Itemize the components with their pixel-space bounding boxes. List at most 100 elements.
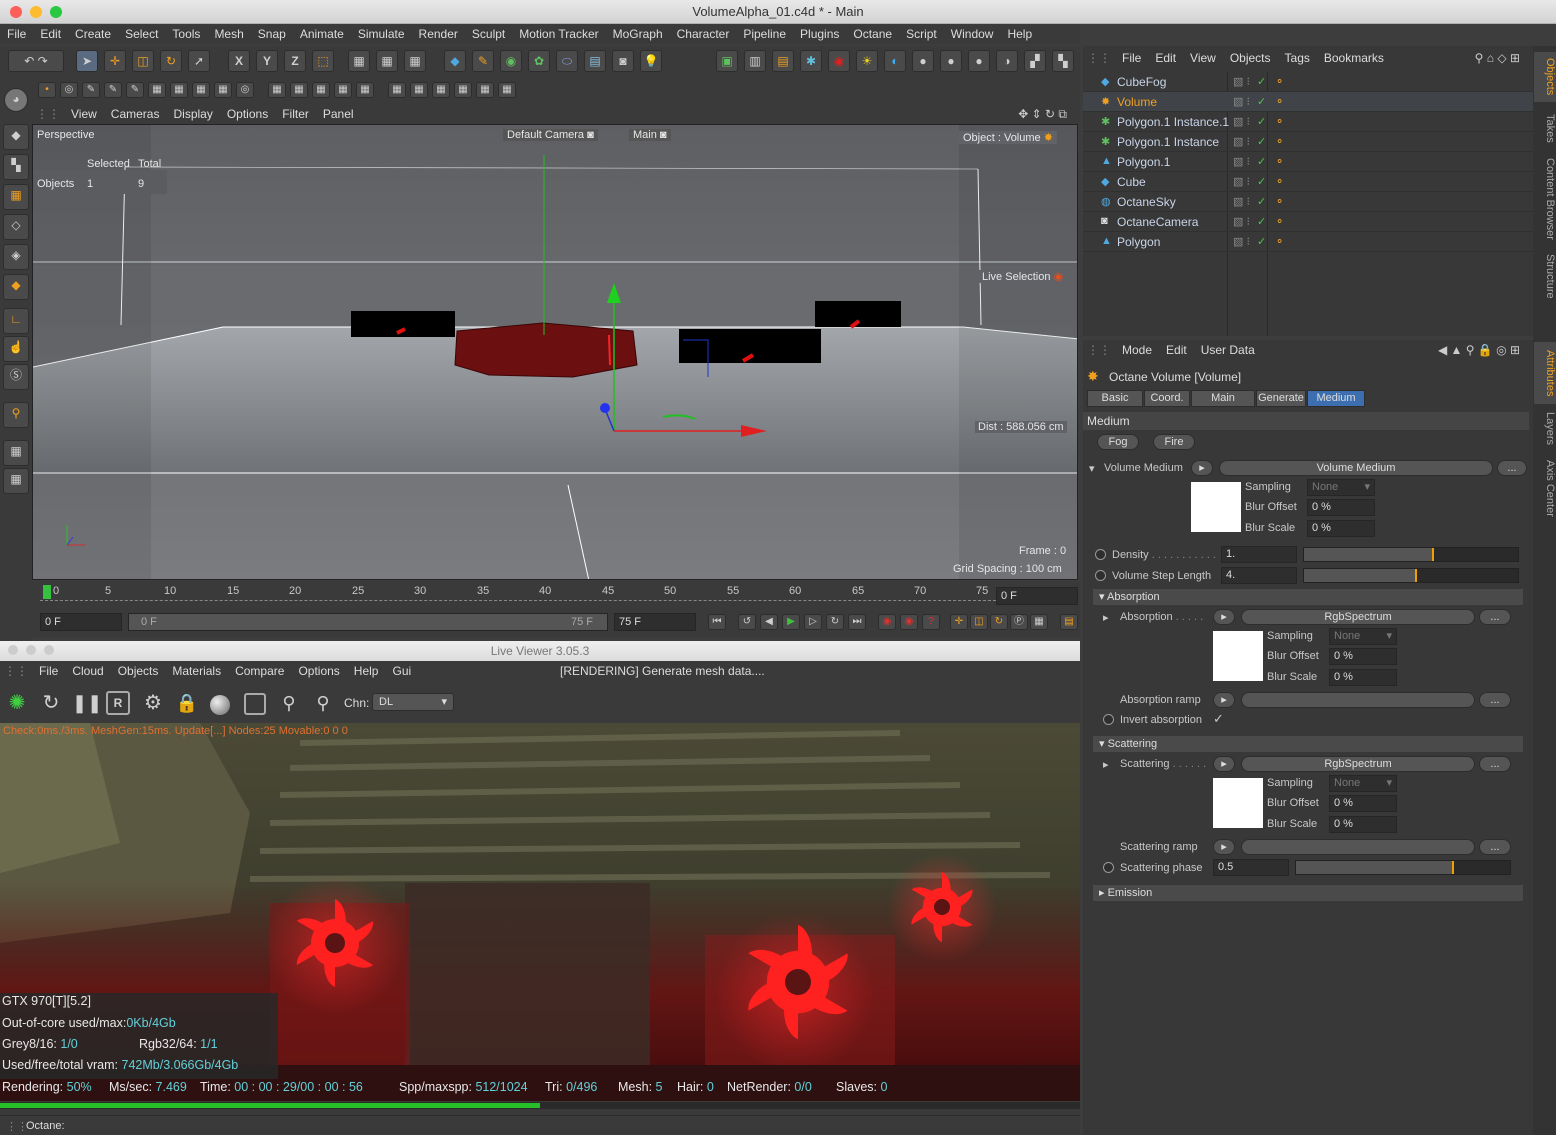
edges-mode-icon[interactable]: ◈ bbox=[3, 244, 29, 270]
menu-octane[interactable]: Octane bbox=[846, 24, 899, 44]
focus-picker-icon[interactable] bbox=[244, 693, 266, 715]
tag-icon[interactable]: ⚬ bbox=[1275, 95, 1284, 108]
abs-blur-scale-field[interactable]: 0 % bbox=[1329, 669, 1397, 686]
sc-blur-offset-field[interactable]: 0 % bbox=[1329, 795, 1397, 812]
volume-medium-arrow-button[interactable]: ▸ bbox=[1191, 460, 1213, 476]
menu-snap[interactable]: Snap bbox=[251, 24, 293, 44]
lv-menu-cloud[interactable]: Cloud bbox=[65, 661, 110, 681]
texture-icon[interactable]: ▞ bbox=[1024, 50, 1046, 72]
scattering-ramp-arrow-button[interactable]: ▸ bbox=[1213, 839, 1235, 855]
scattering-more-button[interactable]: ... bbox=[1479, 756, 1511, 772]
absorption-more-button[interactable]: ... bbox=[1479, 609, 1511, 625]
previous-key-icon[interactable]: ↺ bbox=[738, 614, 756, 630]
layout-2-icon[interactable]: ▦ bbox=[410, 82, 428, 98]
render-picture-viewer-icon[interactable]: ▦ bbox=[376, 50, 398, 72]
record-active-icon[interactable]: ◉ bbox=[878, 614, 896, 630]
menu-select[interactable]: Select bbox=[118, 24, 165, 44]
step-length-field[interactable]: 4. bbox=[1221, 567, 1297, 584]
render-view[interactable]: Check:0ms./3ms. MeshGen:15ms. Update[...… bbox=[0, 723, 1080, 1101]
viewport-menu-filter[interactable]: Filter bbox=[275, 104, 316, 124]
enabled-check-icon[interactable]: ✓ bbox=[1257, 175, 1266, 188]
scale-key-icon[interactable]: ◫ bbox=[970, 614, 988, 630]
om-menu-edit[interactable]: Edit bbox=[1148, 48, 1183, 68]
menu-animate[interactable]: Animate bbox=[293, 24, 351, 44]
menu-simulate[interactable]: Simulate bbox=[351, 24, 412, 44]
viewport-menu-view[interactable]: View bbox=[64, 104, 104, 124]
snap-icon[interactable]: ✎ bbox=[82, 82, 100, 98]
viewport-menu-cameras[interactable]: Cameras bbox=[104, 104, 167, 124]
absorption-ramp-arrow-button[interactable]: ▸ bbox=[1213, 692, 1235, 708]
material-glossy-icon[interactable]: ● bbox=[940, 50, 962, 72]
menu-script[interactable]: Script bbox=[899, 24, 944, 44]
menu-help[interactable]: Help bbox=[1000, 24, 1039, 44]
tag-icon[interactable]: ⚬ bbox=[1275, 115, 1284, 128]
step-length-animate-radio[interactable] bbox=[1095, 570, 1106, 581]
menu-mesh[interactable]: Mesh bbox=[207, 24, 250, 44]
vm-blur-scale-field[interactable]: 0 % bbox=[1307, 520, 1375, 537]
position-key-icon[interactable]: ✛ bbox=[950, 614, 968, 630]
light-icon[interactable]: 💡 bbox=[640, 50, 662, 72]
viewport-menu-options[interactable]: Options bbox=[220, 104, 275, 124]
keyframe-selection-icon[interactable]: ? bbox=[922, 614, 940, 630]
lv-menu-materials[interactable]: Materials bbox=[165, 661, 228, 681]
pause-render-icon[interactable]: ❚❚ bbox=[72, 691, 102, 717]
viewport-main-label[interactable]: Main ◙ bbox=[629, 129, 671, 141]
visibility-dots-icon[interactable]: ▧ ⁝ bbox=[1233, 215, 1250, 228]
lv-menu-options[interactable]: Options bbox=[291, 661, 346, 681]
side-tab-objects[interactable]: Objects bbox=[1534, 52, 1556, 102]
density-field[interactable]: 1. bbox=[1221, 546, 1297, 563]
recent-tool-icon[interactable]: ➚ bbox=[188, 50, 210, 72]
knife-icon[interactable]: ✎ bbox=[104, 82, 122, 98]
close-window-button[interactable] bbox=[10, 6, 22, 18]
lv-menu-file[interactable]: File bbox=[32, 661, 65, 681]
render-view-icon[interactable]: ▦ bbox=[348, 50, 370, 72]
enabled-check-icon[interactable]: ✓ bbox=[1257, 235, 1266, 248]
z-axis-lock-button[interactable]: Z bbox=[284, 50, 306, 72]
volume-medium-more-button[interactable]: ... bbox=[1497, 460, 1527, 476]
abs-sampling-select[interactable]: None ▾ bbox=[1329, 628, 1397, 645]
scattering-arrow-button[interactable]: ▸ bbox=[1213, 756, 1235, 772]
visibility-dots-icon[interactable]: ▧ ⁝ bbox=[1233, 95, 1250, 108]
sc-sampling-select[interactable]: None ▾ bbox=[1329, 775, 1397, 792]
current-frame-field[interactable]: 0 F bbox=[996, 587, 1078, 605]
axis-mode-icon[interactable]: ∟ bbox=[3, 308, 29, 334]
scattering-phase-field[interactable]: 0.5 bbox=[1213, 859, 1289, 876]
tab-generate[interactable]: Generate bbox=[1256, 390, 1306, 407]
lock-workplane-icon[interactable]: ▦ bbox=[3, 440, 29, 466]
cube-primitive-icon[interactable]: ◆ bbox=[444, 50, 466, 72]
volume-medium-field[interactable]: Volume Medium bbox=[1219, 460, 1493, 476]
sphere-icon[interactable]: ◕ bbox=[4, 88, 28, 112]
octane-daylight-icon[interactable]: ☀ bbox=[856, 50, 878, 72]
octane-live-viewer-icon[interactable]: ▣ bbox=[716, 50, 738, 72]
rotate-tool-icon[interactable]: ↻ bbox=[160, 50, 182, 72]
enabled-check-icon[interactable]: ✓ bbox=[1257, 155, 1266, 168]
workplane-icon[interactable]: ▦ bbox=[170, 82, 188, 98]
viewport-menu-panel[interactable]: Panel bbox=[316, 104, 361, 124]
layout-5-icon[interactable]: ▦ bbox=[476, 82, 494, 98]
emission-section-header[interactable]: ▸ Emission bbox=[1093, 885, 1523, 901]
tab-medium[interactable]: Medium bbox=[1307, 390, 1365, 407]
scattering-ramp-more-button[interactable]: ... bbox=[1479, 839, 1511, 855]
side-tab-axis-center[interactable]: Axis Center bbox=[1534, 452, 1556, 524]
play-icon[interactable]: ▶ bbox=[782, 614, 800, 630]
select-tool-icon[interactable]: ➤ bbox=[76, 50, 98, 72]
polygons-mode-icon[interactable]: ◆ bbox=[3, 274, 29, 300]
y-axis-lock-button[interactable]: Y bbox=[256, 50, 278, 72]
octane-hdri-icon[interactable]: ◐ bbox=[884, 50, 906, 72]
x-axis-lock-button[interactable]: X bbox=[228, 50, 250, 72]
tag-icon[interactable]: ⚬ bbox=[1275, 175, 1284, 188]
scale-tool-icon[interactable]: ◫ bbox=[132, 50, 154, 72]
lv-minimize-button[interactable] bbox=[26, 645, 36, 655]
go-to-end-icon[interactable]: ⏭ bbox=[848, 614, 866, 630]
enabled-check-icon[interactable]: ✓ bbox=[1257, 135, 1266, 148]
menu-window[interactable]: Window bbox=[944, 24, 1001, 44]
start-frame-field[interactable]: 0 F bbox=[40, 613, 122, 631]
menu-tools[interactable]: Tools bbox=[165, 24, 207, 44]
abs-blur-offset-field[interactable]: 0 % bbox=[1329, 648, 1397, 665]
coordinate-system-icon[interactable]: ⬚ bbox=[312, 50, 334, 72]
enabled-check-icon[interactable]: ✓ bbox=[1257, 115, 1266, 128]
end-frame-field[interactable]: 75 F bbox=[614, 613, 696, 631]
settings-gear-icon[interactable]: ⚙ bbox=[140, 691, 166, 717]
am-menu-user-data[interactable]: User Data bbox=[1194, 340, 1262, 360]
lv-zoom-button[interactable] bbox=[44, 645, 54, 655]
